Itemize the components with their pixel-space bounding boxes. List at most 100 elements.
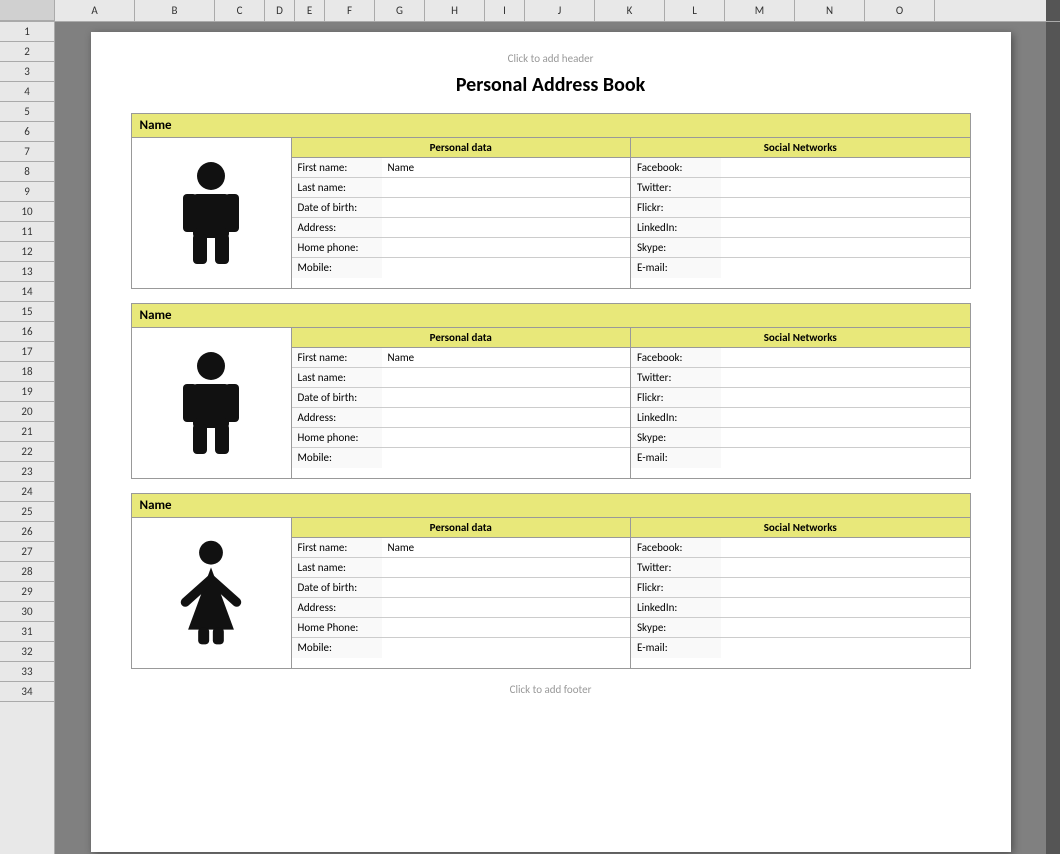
table-row: Address: (292, 408, 631, 428)
field-value[interactable] (721, 368, 970, 388)
field-value[interactable] (721, 448, 970, 468)
card-name-3[interactable]: Name (132, 494, 970, 518)
card-name-1[interactable]: Name (132, 114, 970, 138)
field-value[interactable] (721, 198, 970, 218)
personal-data-header-3: Personal data (292, 518, 631, 538)
row-8: 8 (0, 162, 54, 182)
field-value[interactable] (382, 178, 631, 198)
field-value[interactable]: Name (382, 158, 631, 178)
field-value[interactable] (382, 238, 631, 258)
page: Click to add header Personal Address Boo… (91, 32, 1011, 852)
field-label: Date of birth: (292, 388, 382, 408)
field-value[interactable] (721, 158, 970, 178)
field-value[interactable] (721, 538, 970, 558)
ruler-corner (0, 0, 55, 21)
field-value[interactable] (721, 558, 970, 578)
field-value[interactable]: Name (382, 348, 631, 368)
personal-data-table-2: Personal data First name:NameLast name:D… (292, 328, 632, 478)
field-value[interactable] (382, 368, 631, 388)
field-value[interactable] (382, 578, 631, 598)
scrollbar-corner (1046, 0, 1060, 21)
social-networks-header-2: Social Networks (631, 328, 970, 348)
male-person-icon (171, 158, 251, 268)
field-value[interactable] (382, 198, 631, 218)
field-label: E-mail: (631, 448, 721, 468)
table-row: Mobile: (292, 638, 631, 658)
field-value[interactable] (382, 388, 631, 408)
field-value[interactable] (721, 638, 970, 658)
table-row: Home phone: (292, 428, 631, 448)
card-name-2[interactable]: Name (132, 304, 970, 328)
row-30: 30 (0, 602, 54, 622)
col-g: G (375, 0, 425, 21)
field-value[interactable] (382, 618, 631, 638)
field-value[interactable] (382, 638, 631, 658)
row-11: 11 (0, 222, 54, 242)
table-row: Home phone: (292, 238, 631, 258)
social-networks-header-1: Social Networks (631, 138, 970, 158)
field-label: Address: (292, 598, 382, 618)
row-4: 4 (0, 82, 54, 102)
row-31: 31 (0, 622, 54, 642)
row-29: 29 (0, 582, 54, 602)
field-value[interactable]: Name (382, 538, 631, 558)
field-label: Home Phone: (292, 618, 382, 638)
field-value[interactable] (382, 408, 631, 428)
table-row: Mobile: (292, 448, 631, 468)
field-value[interactable] (721, 178, 970, 198)
card-tables-2: Personal data First name:NameLast name:D… (292, 328, 970, 478)
field-label: Flickr: (631, 198, 721, 218)
table-row: First name:Name (292, 348, 631, 368)
field-value[interactable] (721, 428, 970, 448)
field-label: Skype: (631, 238, 721, 258)
field-value[interactable] (721, 388, 970, 408)
table-row: Twitter: (631, 178, 970, 198)
row-13: 13 (0, 262, 54, 282)
female-person-icon (171, 538, 251, 648)
field-value[interactable] (382, 598, 631, 618)
row-12: 12 (0, 242, 54, 262)
row-ruler: 1 2 3 4 5 6 7 8 9 10 11 12 13 14 15 16 1… (0, 22, 55, 854)
row-9: 9 (0, 182, 54, 202)
field-value[interactable] (721, 218, 970, 238)
table-row: Date of birth: (292, 578, 631, 598)
field-value[interactable] (382, 558, 631, 578)
avatar-1 (132, 138, 292, 288)
field-value[interactable] (721, 598, 970, 618)
personal-data-header-2: Personal data (292, 328, 631, 348)
field-value[interactable] (721, 348, 970, 368)
male-person-icon-2 (171, 348, 251, 458)
table-row: Facebook: (631, 538, 970, 558)
field-value[interactable] (721, 578, 970, 598)
table-row: Skype: (631, 428, 970, 448)
field-value[interactable] (721, 618, 970, 638)
field-label: Mobile: (292, 638, 382, 658)
field-label: Address: (292, 218, 382, 238)
field-label: Mobile: (292, 258, 382, 278)
column-ruler: A B C D E F G H I J K L M N O (55, 0, 1046, 21)
row-5: 5 (0, 102, 54, 122)
field-value[interactable] (382, 218, 631, 238)
field-label: Twitter: (631, 558, 721, 578)
page-title: Personal Address Book (131, 73, 971, 97)
table-row: Twitter: (631, 558, 970, 578)
field-label: First name: (292, 538, 382, 558)
vertical-scrollbar[interactable] (1046, 22, 1060, 854)
col-k: K (595, 0, 665, 21)
field-label: Home phone: (292, 428, 382, 448)
field-label: Date of birth: (292, 198, 382, 218)
row-25: 25 (0, 502, 54, 522)
field-value[interactable] (382, 258, 631, 278)
page-footer[interactable]: Click to add footer (131, 683, 971, 696)
page-header[interactable]: Click to add header (131, 52, 971, 65)
field-label: Twitter: (631, 368, 721, 388)
field-value[interactable] (382, 448, 631, 468)
col-h: H (425, 0, 485, 21)
field-value[interactable] (721, 258, 970, 278)
col-f: F (325, 0, 375, 21)
field-value[interactable] (721, 238, 970, 258)
field-value[interactable] (382, 428, 631, 448)
field-label: Address: (292, 408, 382, 428)
field-value[interactable] (721, 408, 970, 428)
field-label: Flickr: (631, 388, 721, 408)
